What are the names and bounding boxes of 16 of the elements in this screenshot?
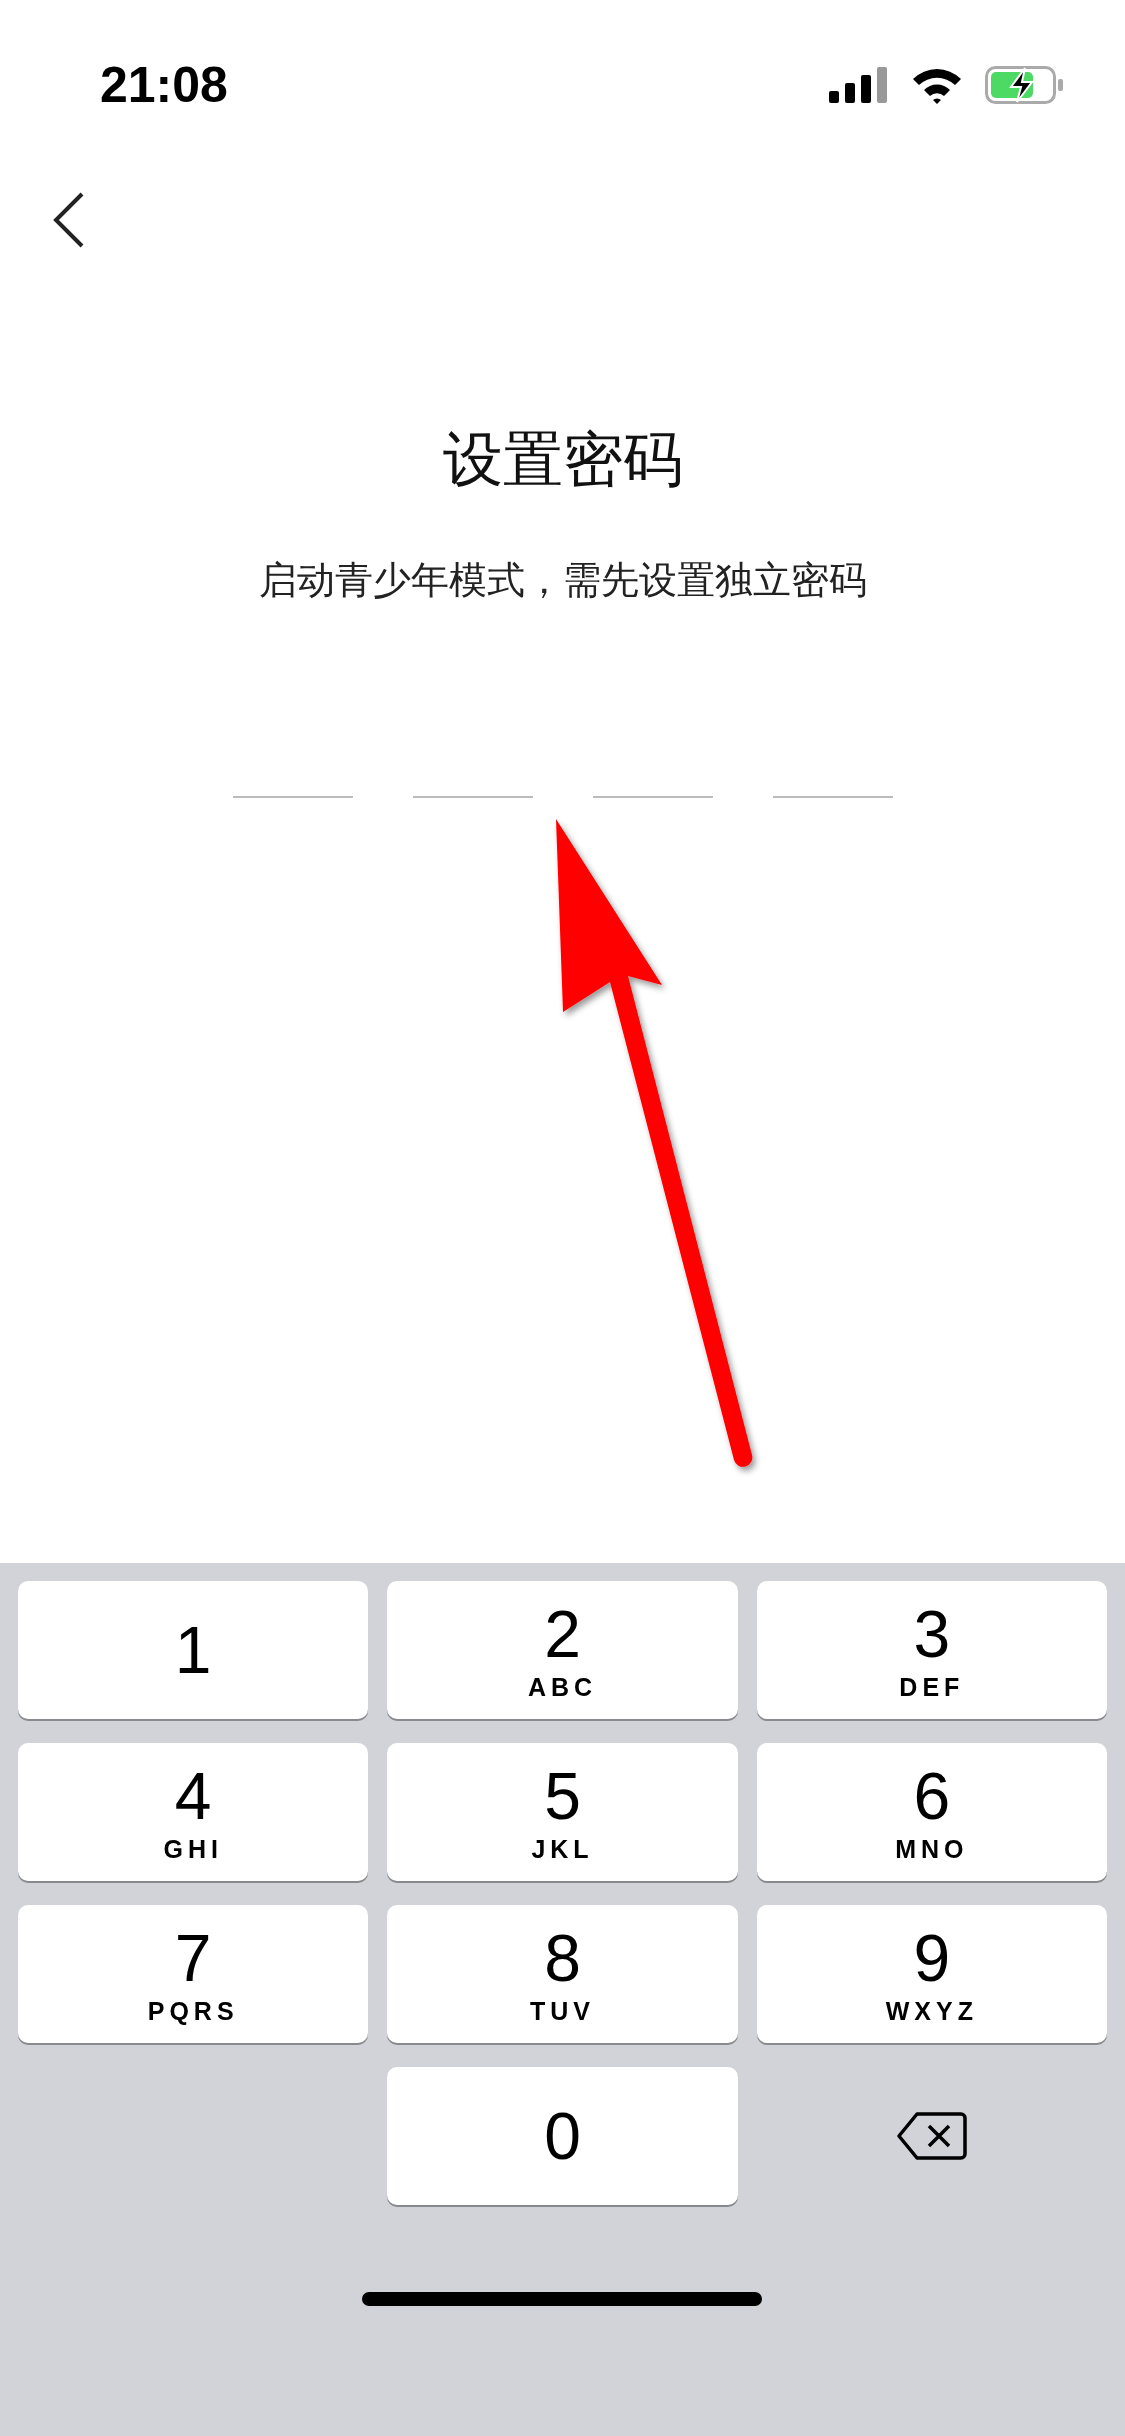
- keypad-key[interactable]: 8 TUV: [387, 1905, 738, 2043]
- keypad-key[interactable]: 6 MNO: [756, 1743, 1107, 1881]
- keypad-key[interactable]: 9 WXYZ: [756, 1905, 1107, 2043]
- keypad-key[interactable]: 4 GHI: [18, 1743, 369, 1881]
- status-time: 21:08: [100, 56, 228, 114]
- keypad-key[interactable]: 3 DEF: [756, 1581, 1107, 1719]
- keypad-key[interactable]: 7 PQRS: [18, 1905, 369, 2043]
- keypad-key[interactable]: 0: [387, 2067, 738, 2205]
- page-title: 设置密码: [441, 423, 684, 496]
- subtitle: 启动青少年模式，需先设置独立密码: [257, 557, 868, 604]
- keypad-key[interactable]: 2 ABC: [387, 1581, 738, 1719]
- backspace-icon: [896, 2111, 967, 2161]
- keypad-key[interactable]: 1: [18, 1581, 369, 1719]
- keypad-key[interactable]: 5 JKL: [387, 1743, 738, 1881]
- signal-icon: [829, 67, 889, 103]
- wifi-icon: [911, 66, 963, 104]
